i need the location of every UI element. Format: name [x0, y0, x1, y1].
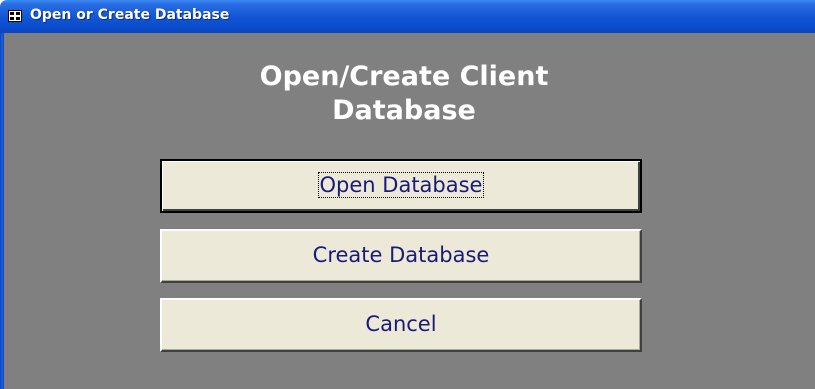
cancel-button[interactable]: Cancel [160, 298, 642, 352]
open-database-button[interactable]: Open Database [160, 159, 642, 213]
form-heading-line-1: Open/Create Client [259, 61, 549, 92]
form-icon [8, 10, 22, 22]
dialog-window: Open or Create Database Open/Create Clie… [0, 0, 815, 389]
title-bar[interactable]: Open or Create Database [0, 0, 815, 33]
create-database-button-label: Create Database [312, 243, 490, 267]
form-body: Open/Create Client Database Open Databas… [4, 33, 815, 389]
open-database-button-label: Open Database [317, 172, 485, 198]
form-heading-line-2: Database [332, 95, 476, 126]
window-title: Open or Create Database [30, 7, 230, 23]
form-heading: Open/Create Client Database [204, 60, 604, 128]
cancel-button-label: Cancel [365, 312, 437, 336]
create-database-button[interactable]: Create Database [160, 229, 642, 283]
